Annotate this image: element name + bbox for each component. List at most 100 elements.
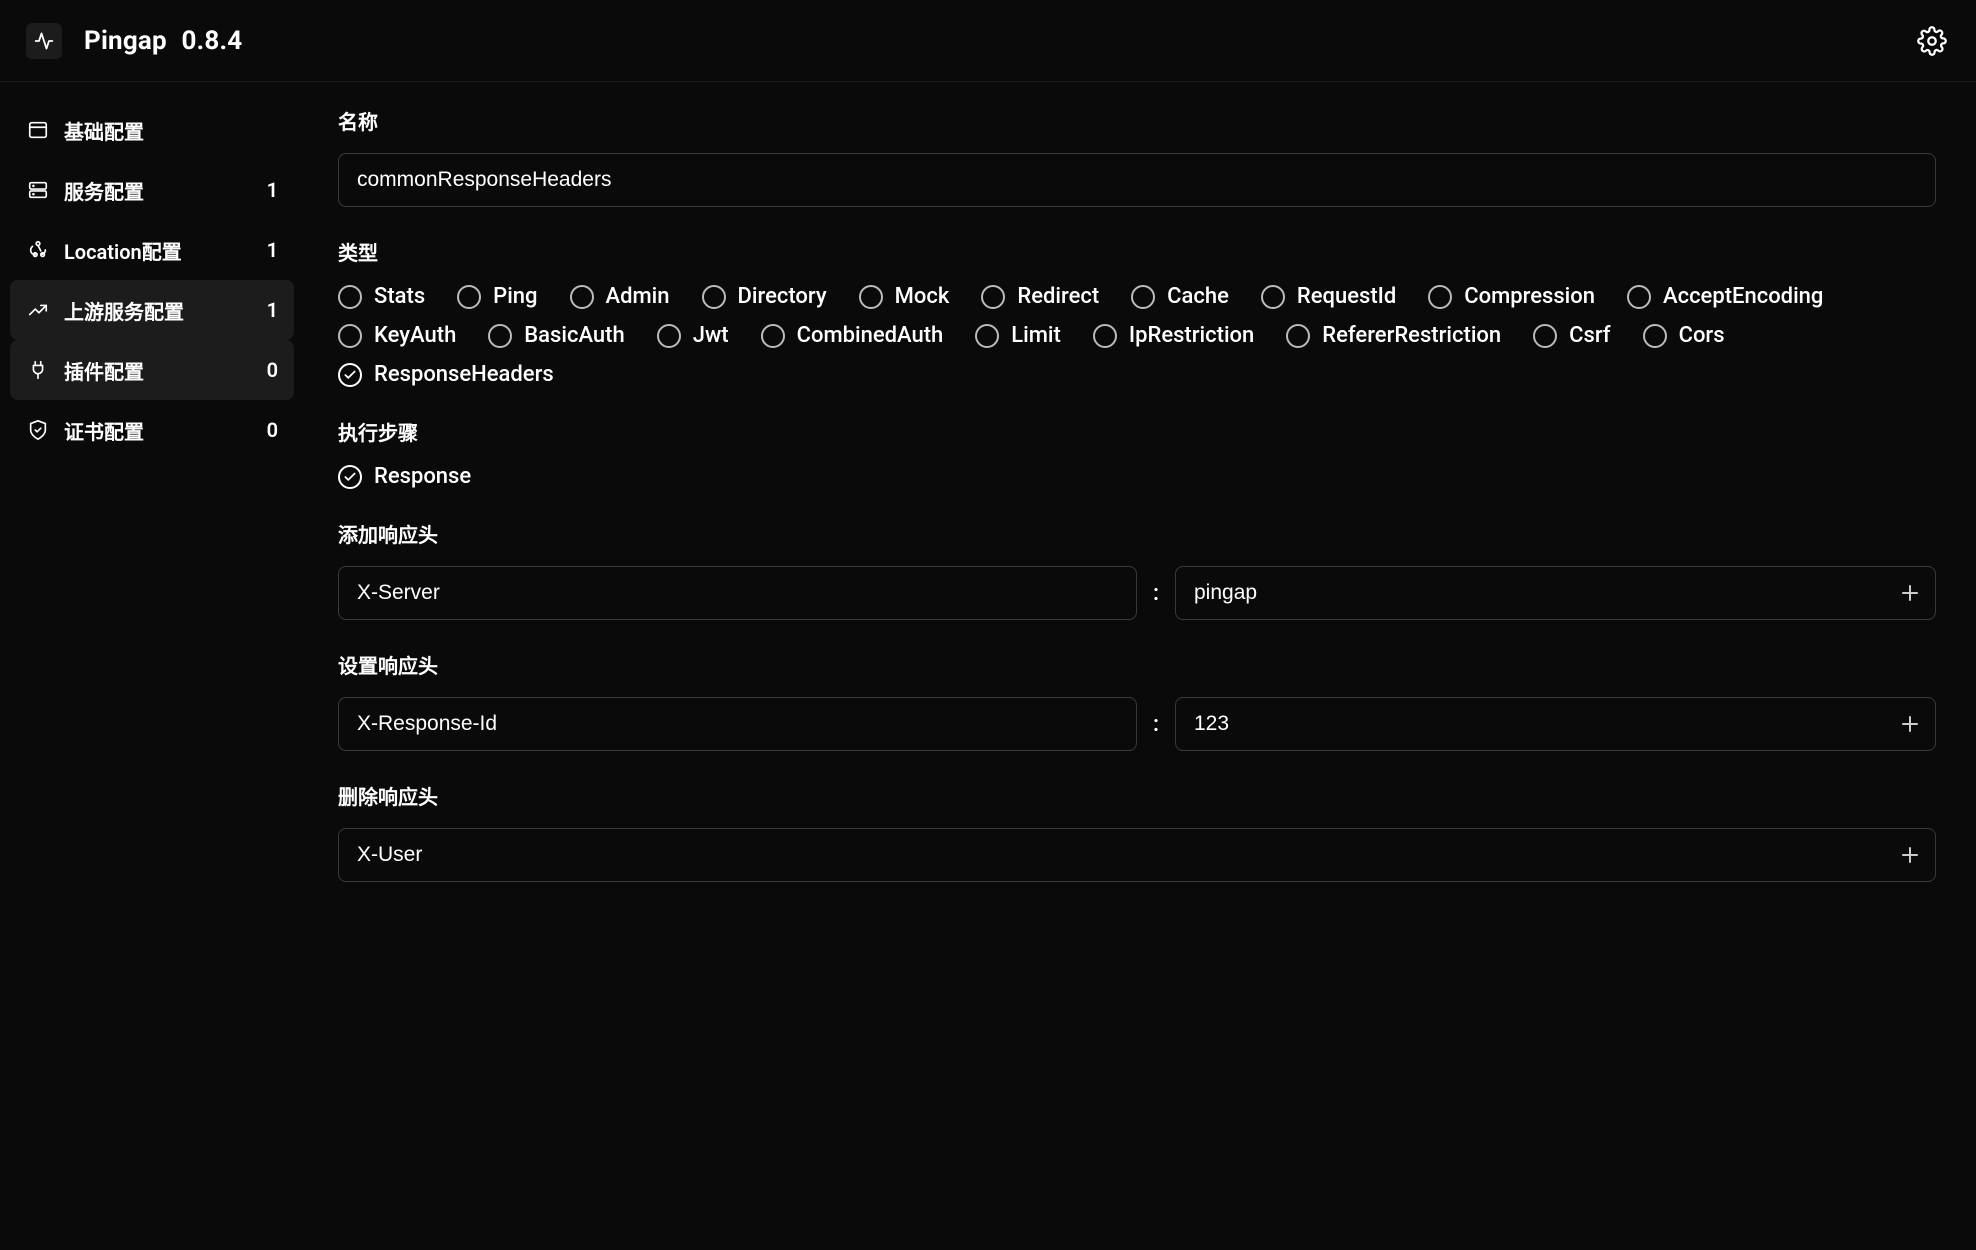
sidebar-label: 上游服务配置 bbox=[64, 296, 184, 325]
window-icon bbox=[26, 118, 50, 142]
radio-csrf[interactable]: Csrf bbox=[1533, 323, 1610, 348]
add-header-value-wrap bbox=[1175, 566, 1936, 620]
sidebar-label: 服务配置 bbox=[64, 176, 144, 205]
radio-circle bbox=[338, 285, 362, 309]
del-headers-row bbox=[338, 828, 1936, 882]
radio-directory[interactable]: Directory bbox=[702, 284, 827, 309]
radio-response[interactable]: Response bbox=[338, 464, 471, 489]
sidebar-count: 0 bbox=[267, 418, 278, 442]
activity-icon bbox=[34, 31, 54, 51]
radio-mock[interactable]: Mock bbox=[859, 284, 950, 309]
radio-label: Response bbox=[374, 464, 471, 489]
radio-iprestriction[interactable]: IpRestriction bbox=[1093, 323, 1254, 348]
set-headers-section: 设置响应头 : bbox=[338, 650, 1936, 751]
layout: 基础配置 服务配置 1 Location配置 1 上游服务配置 1 bbox=[0, 82, 1976, 1250]
radio-responseheaders[interactable]: ResponseHeaders bbox=[338, 362, 554, 387]
radio-jwt[interactable]: Jwt bbox=[657, 323, 729, 348]
radio-label: Mock bbox=[895, 284, 950, 309]
radio-requestid[interactable]: RequestId bbox=[1261, 284, 1396, 309]
radio-circle bbox=[1286, 324, 1310, 348]
sidebar-item-upstream[interactable]: 上游服务配置 1 bbox=[10, 280, 294, 340]
add-headers-section: 添加响应头 : bbox=[338, 519, 1936, 620]
sidebar-label: 证书配置 bbox=[64, 416, 144, 445]
name-section: 名称 bbox=[338, 106, 1936, 207]
radio-combinedauth[interactable]: CombinedAuth bbox=[761, 323, 944, 348]
radio-circle bbox=[1643, 324, 1667, 348]
radio-cache[interactable]: Cache bbox=[1131, 284, 1229, 309]
radio-admin[interactable]: Admin bbox=[570, 284, 670, 309]
radio-label: ResponseHeaders bbox=[374, 362, 554, 387]
radio-label: Jwt bbox=[693, 323, 729, 348]
kv-separator: : bbox=[1151, 712, 1161, 737]
radio-label: IpRestriction bbox=[1129, 323, 1254, 348]
radio-cors[interactable]: Cors bbox=[1643, 323, 1725, 348]
set-headers-label: 设置响应头 bbox=[338, 650, 1936, 679]
add-header-plus-button[interactable] bbox=[1896, 579, 1924, 607]
sidebar-count: 1 bbox=[267, 298, 278, 322]
radio-acceptencoding[interactable]: AcceptEncoding bbox=[1627, 284, 1823, 309]
sidebar-item-cert[interactable]: 证书配置 0 bbox=[10, 400, 294, 460]
plus-icon bbox=[1898, 581, 1922, 605]
sidebar-item-service[interactable]: 服务配置 1 bbox=[10, 160, 294, 220]
radio-basicauth[interactable]: BasicAuth bbox=[488, 323, 624, 348]
radio-label: KeyAuth bbox=[374, 323, 456, 348]
sidebar-item-basic[interactable]: 基础配置 bbox=[10, 100, 294, 160]
sidebar: 基础配置 服务配置 1 Location配置 1 上游服务配置 1 bbox=[0, 82, 304, 1250]
radio-keyauth[interactable]: KeyAuth bbox=[338, 323, 456, 348]
radio-label: Directory bbox=[738, 284, 827, 309]
radio-circle bbox=[1261, 285, 1285, 309]
sidebar-label: 插件配置 bbox=[64, 356, 144, 385]
del-headers-section: 删除响应头 bbox=[338, 781, 1936, 882]
radio-circle bbox=[1428, 285, 1452, 309]
app-version: 0.8.4 bbox=[181, 26, 242, 56]
radio-circle bbox=[1627, 285, 1651, 309]
step-label: 执行步骤 bbox=[338, 417, 1936, 446]
sidebar-label: 基础配置 bbox=[64, 116, 144, 145]
radio-label: RequestId bbox=[1297, 284, 1396, 309]
radio-circle bbox=[457, 285, 481, 309]
add-header-key-input[interactable] bbox=[338, 566, 1137, 620]
radio-refererrestriction[interactable]: RefererRestriction bbox=[1286, 323, 1501, 348]
set-header-plus-button[interactable] bbox=[1896, 710, 1924, 738]
sidebar-item-location[interactable]: Location配置 1 bbox=[10, 220, 294, 280]
set-header-value-input[interactable] bbox=[1175, 697, 1936, 751]
set-header-value-wrap bbox=[1175, 697, 1936, 751]
radio-compression[interactable]: Compression bbox=[1428, 284, 1595, 309]
sidebar-item-left: Location配置 bbox=[26, 236, 182, 265]
radio-limit[interactable]: Limit bbox=[975, 323, 1061, 348]
sidebar-item-plugin[interactable]: 插件配置 0 bbox=[10, 340, 294, 400]
settings-button[interactable] bbox=[1914, 23, 1950, 59]
sidebar-item-left: 证书配置 bbox=[26, 416, 144, 445]
radio-circle bbox=[338, 324, 362, 348]
del-headers-label: 删除响应头 bbox=[338, 781, 1936, 810]
name-input[interactable] bbox=[338, 153, 1936, 207]
radio-stats[interactable]: Stats bbox=[338, 284, 425, 309]
type-label: 类型 bbox=[338, 237, 1936, 266]
server-icon bbox=[26, 178, 50, 202]
name-label: 名称 bbox=[338, 106, 1936, 135]
radio-label: Ping bbox=[493, 284, 537, 309]
radio-circle bbox=[975, 324, 999, 348]
del-header-plus-button[interactable] bbox=[1896, 841, 1924, 869]
main-content: 名称 类型 Stats Ping Admin Directory bbox=[304, 82, 1976, 1250]
shield-icon bbox=[26, 418, 50, 442]
set-header-key-input[interactable] bbox=[338, 697, 1137, 751]
app-logo bbox=[26, 23, 62, 59]
radio-ping[interactable]: Ping bbox=[457, 284, 537, 309]
add-header-value-input[interactable] bbox=[1175, 566, 1936, 620]
del-header-input[interactable] bbox=[338, 828, 1936, 882]
radio-circle bbox=[1533, 324, 1557, 348]
trend-icon bbox=[26, 298, 50, 322]
radio-redirect[interactable]: Redirect bbox=[981, 284, 1099, 309]
step-section: 执行步骤 Response bbox=[338, 417, 1936, 489]
radio-label: Limit bbox=[1011, 323, 1061, 348]
sidebar-item-left: 服务配置 bbox=[26, 176, 144, 205]
radio-label: Cache bbox=[1167, 284, 1229, 309]
sidebar-count: 1 bbox=[267, 238, 278, 262]
header-left: Pingap 0.8.4 bbox=[26, 23, 242, 59]
header: Pingap 0.8.4 bbox=[0, 0, 1976, 82]
radio-label: Compression bbox=[1464, 284, 1595, 309]
radio-label: Admin bbox=[606, 284, 670, 309]
radio-circle bbox=[488, 324, 512, 348]
sidebar-count: 1 bbox=[267, 178, 278, 202]
